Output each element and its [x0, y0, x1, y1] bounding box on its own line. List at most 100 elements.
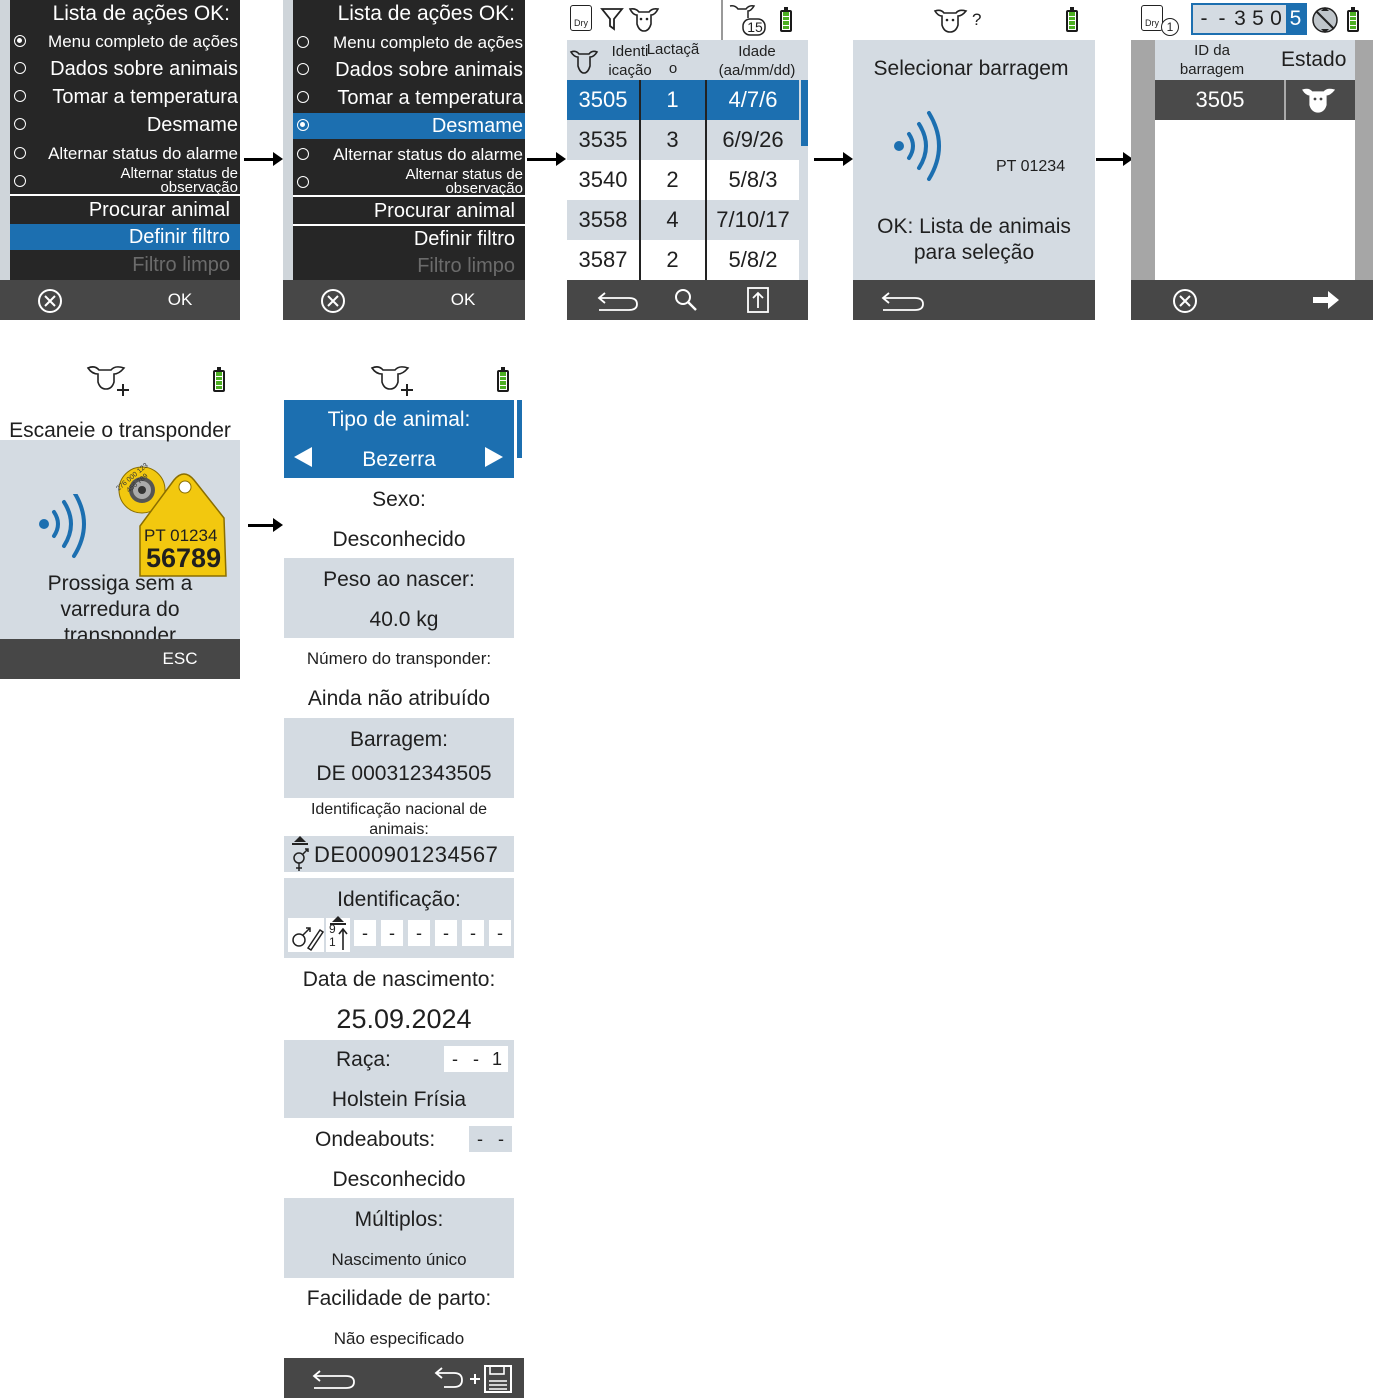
dry-count-badge: 1: [1161, 18, 1179, 36]
transponder-label: Número do transponder:: [306, 649, 492, 668]
action-item-observation[interactable]: Alternar status de observação: [10, 166, 240, 195]
action-item-weaning[interactable]: Desmame: [10, 112, 240, 138]
action-item-full-menu[interactable]: Menu completo de ações: [293, 30, 525, 56]
breed-digits[interactable]: - - 1: [444, 1046, 510, 1074]
action-item-temperature[interactable]: Tomar a temperatura: [293, 85, 525, 111]
back-icon[interactable]: [879, 288, 929, 314]
cancel-icon[interactable]: [1172, 288, 1198, 314]
action-list-title: Lista de ações OK:: [337, 2, 515, 25]
animal-type-value: Bezerra: [362, 448, 436, 471]
bottom-bar-3: [567, 280, 808, 320]
cell-id: 3587: [578, 247, 628, 272]
gender-edit-icon: [292, 927, 324, 952]
unknown-mark: ?: [972, 10, 982, 29]
prev-arrow-icon[interactable]: [294, 447, 312, 467]
action-item-animal-data[interactable]: Dados sobre animais: [293, 57, 525, 83]
forward-arrow-icon[interactable]: [1311, 289, 1341, 311]
dam-label: Barragem:: [349, 728, 449, 751]
esc-button[interactable]: ESC: [150, 649, 210, 669]
cell-lactation: 1: [666, 87, 679, 112]
select-dam-hint: OK: Lista de animais para seleção: [877, 215, 1071, 264]
cell-id: 3558: [578, 207, 628, 232]
transponder-value[interactable]: Ainda não atribuído: [284, 687, 514, 711]
multiples-label: Múltiplos:: [354, 1208, 444, 1231]
animal-table: Identi icação Lactaçã o Idade (aa/mm/dd) 35…: [567, 40, 808, 280]
clear-filter-item[interactable]: Filtro limpo: [293, 253, 525, 279]
radio-icon: [297, 176, 309, 188]
battery-icon: [213, 367, 225, 392]
cow-not-selected-icon[interactable]: [1311, 4, 1339, 36]
action-item-alarm[interactable]: Alternar status do alarme: [293, 142, 525, 168]
radio-icon: [14, 147, 26, 159]
national-id-value: DE000901234567: [314, 842, 499, 867]
action-item-temperature[interactable]: Tomar a temperatura: [10, 84, 240, 110]
clear-filter-item[interactable]: Filtro limpo: [10, 252, 240, 278]
radio-icon: [14, 175, 26, 187]
action-item-weaning-selected[interactable]: Desmame: [293, 113, 525, 139]
next-arrow-icon[interactable]: [485, 447, 503, 467]
bottom-bar-7: [284, 1358, 524, 1398]
cancel-icon[interactable]: [37, 288, 63, 314]
scrollbar[interactable]: [517, 400, 522, 458]
search-animal-item[interactable]: Procurar animal: [10, 197, 240, 223]
divider: [10, 194, 240, 196]
sort-digits-label: 9 1: [329, 922, 336, 949]
status-header-6: [0, 360, 240, 400]
ok-button[interactable]: OK: [433, 290, 493, 310]
radio-icon: [14, 62, 26, 74]
back-icon[interactable]: [595, 288, 641, 314]
new-calf-form: Tipo de animal: Bezerra Sexo: Desconheci…: [284, 400, 524, 1358]
cow-icon: [1302, 88, 1336, 113]
continue-without-scan[interactable]: Prossiga sem a varredura do transponder: [0, 571, 240, 639]
gender-sort-icon[interactable]: [288, 834, 312, 874]
cow-icon: [933, 9, 968, 33]
search-animal-item[interactable]: Procurar animal: [293, 198, 525, 224]
back-icon[interactable]: [310, 1366, 360, 1392]
back-and-save-icon[interactable]: [432, 1363, 518, 1395]
col-header-lactation[interactable]: Lactaçã o: [639, 40, 707, 78]
radio-icon: [14, 90, 26, 102]
select-dam-screen: Selecionar barragem PT 01234 OK: Lista d…: [853, 40, 1095, 280]
action-item-full-menu[interactable]: Menu completo de ações: [10, 29, 240, 55]
action-item-animal-data[interactable]: Dados sobre animais: [10, 56, 240, 82]
action-item-observation[interactable]: Alternar status de observação: [293, 167, 525, 196]
whereabouts-label: Ondeabouts:: [315, 1128, 436, 1151]
battery-icon: [497, 367, 509, 392]
cell-id: 3540: [578, 167, 628, 192]
radio-icon: [297, 36, 309, 48]
sex-value[interactable]: Desconhecido: [284, 528, 514, 552]
set-filter-item[interactable]: Definir filtro: [293, 226, 525, 252]
select-dam-title: Selecionar barragem: [873, 57, 1069, 80]
status-header-4: ?: [853, 0, 1095, 40]
scroll-track: [0, 0, 10, 280]
cancel-icon[interactable]: [320, 288, 346, 314]
cell-lactation: 2: [666, 167, 679, 192]
transponder-tag-label: PT 01234: [996, 158, 1066, 175]
col-header-dam-id[interactable]: ID da barragem: [1155, 41, 1269, 79]
margin-right: [1355, 40, 1373, 280]
add-animal-icon: [86, 366, 130, 397]
set-filter-item[interactable]: Definir filtro: [10, 224, 240, 250]
whereabouts-digits[interactable]: - -: [469, 1126, 513, 1154]
scroll-top-icon[interactable]: [746, 286, 770, 314]
col-header-age[interactable]: Idade (aa/mm/dd): [707, 42, 807, 80]
scrollbar[interactable]: [801, 80, 808, 146]
identification-digits[interactable]: - - - - - -: [354, 920, 514, 950]
battery-icon: [1347, 7, 1359, 32]
battery-icon: [1066, 7, 1078, 32]
col-header-state[interactable]: Estado: [1281, 48, 1346, 72]
flow-arrow-icon: [248, 518, 283, 532]
dam-value: DE 000312343505: [316, 762, 492, 785]
action-item-alarm[interactable]: Alternar status do alarme: [10, 141, 240, 167]
cell-age: 7/10/17: [716, 207, 790, 232]
status-header-3: Dry 15: [567, 0, 808, 40]
breed-value: Holstein Frísia: [331, 1088, 467, 1111]
whereabouts-value: Desconhecido: [332, 1168, 466, 1191]
birth-date-value[interactable]: 25.09.2024: [284, 1004, 524, 1035]
ok-button[interactable]: OK: [150, 290, 210, 310]
cow-icon: [569, 50, 599, 74]
birth-weight-value: 40.0 kg: [369, 608, 439, 631]
dam-id-input[interactable]: - - 3 5 0 5: [1191, 3, 1307, 35]
calving-ease-value[interactable]: Não especificado: [284, 1329, 514, 1349]
search-icon[interactable]: [673, 287, 699, 313]
